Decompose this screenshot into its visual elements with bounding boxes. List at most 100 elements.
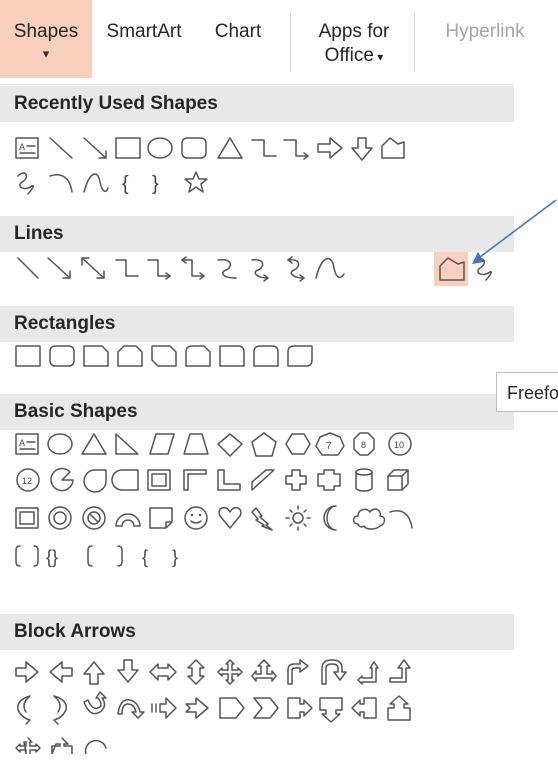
chevron-icon[interactable] [253,697,279,719]
text-box-icon[interactable]: A [15,433,39,455]
diagonal-stripe-icon[interactable] [251,469,275,491]
frame-chord-icon[interactable] [111,469,139,491]
right-triangle-icon[interactable] [115,433,139,455]
curved-down-arrow-icon[interactable] [117,699,145,719]
snip-single-corner-rectangle-icon[interactable] [83,345,109,367]
sun-icon[interactable] [285,505,311,531]
oval-icon[interactable] [47,433,73,455]
elbow-arrow-connector-icon[interactable] [147,259,171,280]
down-arrow-icon[interactable] [351,137,373,161]
rounded-rectangle-icon[interactable] [181,137,207,159]
elbow-connector-icon[interactable] [115,259,139,277]
rectangle-icon[interactable] [15,345,41,367]
curved-connector-icon[interactable] [217,259,237,279]
no-symbol-icon[interactable] [82,506,106,530]
pentagon-arrow-icon[interactable] [219,697,245,719]
double-arrow-line-icon[interactable] [81,257,105,279]
half-frame-icon[interactable] [183,469,207,491]
diamond-icon[interactable] [217,433,243,457]
u-turn-arrow-icon[interactable] [321,659,347,685]
round-single-corner-rectangle-icon[interactable] [219,345,245,367]
left-brace-icon[interactable]: { [142,547,148,567]
heptagon-icon[interactable]: 7 [315,432,345,456]
pie-icon[interactable] [50,467,74,492]
arc-icon[interactable] [49,174,73,193]
dodecagon-icon[interactable]: 12 [16,468,40,492]
smiley-face-icon[interactable] [184,506,208,530]
rounded-rectangle-icon[interactable] [49,345,75,367]
left-bracket-icon[interactable] [87,545,93,567]
moon-icon[interactable] [323,505,337,531]
quad-arrow-callout-icon[interactable] [15,737,41,754]
up-arrow-icon[interactable] [83,661,105,685]
left-arrow-icon[interactable] [49,661,73,683]
snip-diagonal-corner-rectangle-icon[interactable] [151,345,177,367]
double-bracket-icon[interactable] [15,545,39,567]
double-brace-icon[interactable]: {} [46,547,58,567]
elbow-double-arrow-connector-icon[interactable] [181,256,205,280]
rectangle-icon[interactable] [115,137,141,159]
line-arrow-icon[interactable] [83,137,107,159]
octagon-icon[interactable]: 8 [353,432,375,456]
notched-right-arrow-icon[interactable] [185,697,209,719]
snip-and-round-corner-rectangle-icon[interactable] [185,345,211,367]
right-bracket-icon[interactable] [117,545,123,567]
plaque-icon[interactable] [317,469,341,491]
right-arrow-callout-icon[interactable] [287,697,313,719]
text-box-icon[interactable]: A [15,137,39,159]
lightning-bolt-icon[interactable] [251,507,273,531]
donut-icon[interactable] [48,506,72,530]
cloud-icon[interactable] [352,508,386,530]
line-icon[interactable] [17,257,39,279]
cube-icon[interactable] [387,469,409,491]
left-right-up-arrow-icon[interactable] [251,659,277,682]
down-arrow-icon[interactable] [117,659,139,683]
triangle-icon[interactable] [81,433,107,455]
striped-right-arrow-icon[interactable] [151,697,177,719]
trapezoid-icon[interactable] [183,433,209,455]
left-right-arrow-callout-icon[interactable] [51,737,73,754]
right-arrow-icon[interactable] [317,137,343,159]
quad-arrow-icon[interactable] [217,659,243,685]
down-arrow-callout-icon[interactable] [319,697,343,723]
curved-right-arrow-icon[interactable] [17,695,31,725]
elbow-connector-icon[interactable] [251,139,277,157]
round-diagonal-corner-rectangle-icon[interactable] [287,345,313,367]
arc-icon[interactable] [389,510,413,529]
curved-double-arrow-connector-icon[interactable] [287,256,305,282]
elbow-arrow-connector-icon[interactable] [283,139,309,160]
left-brace-icon[interactable]: { [122,173,129,195]
right-brace-icon[interactable]: } [172,547,178,567]
curved-arrow-connector-icon[interactable] [251,259,269,282]
folded-corner-icon[interactable] [149,507,173,529]
star-icon[interactable] [184,171,208,193]
teardrop-icon[interactable] [83,469,107,493]
left-up-arrow-icon[interactable] [357,661,379,685]
l-shape-icon[interactable] [217,469,241,491]
circular-arrow-icon[interactable] [84,739,107,754]
bevel-icon[interactable] [15,507,39,529]
bent-up-arrow-icon[interactable] [389,659,411,683]
pentagon-icon[interactable] [251,432,277,457]
left-right-arrow-icon[interactable] [149,663,177,681]
scribble-icon[interactable] [17,172,35,195]
curve-icon[interactable] [315,257,345,279]
snip-same-side-corner-rectangle-icon[interactable] [117,345,143,367]
cross-icon[interactable] [285,469,307,491]
frame-icon[interactable] [147,469,171,491]
right-arrow-icon[interactable] [15,661,39,683]
heart-icon[interactable] [218,506,242,529]
up-arrow-callout-icon[interactable] [387,695,411,721]
curve-icon[interactable] [83,173,109,193]
line-arrow-icon[interactable] [47,257,71,279]
hexagon-icon[interactable] [285,433,311,455]
bent-arrow-icon[interactable] [287,659,309,685]
decagon-icon[interactable]: 10 [388,432,412,456]
up-down-arrow-icon[interactable] [187,659,205,685]
line-icon[interactable] [49,137,73,159]
parallelogram-icon[interactable] [149,433,175,455]
freeform-icon[interactable] [381,137,405,159]
block-arc-icon[interactable] [115,513,141,527]
curved-left-arrow-icon[interactable] [53,695,67,725]
triangle-icon[interactable] [217,137,243,159]
